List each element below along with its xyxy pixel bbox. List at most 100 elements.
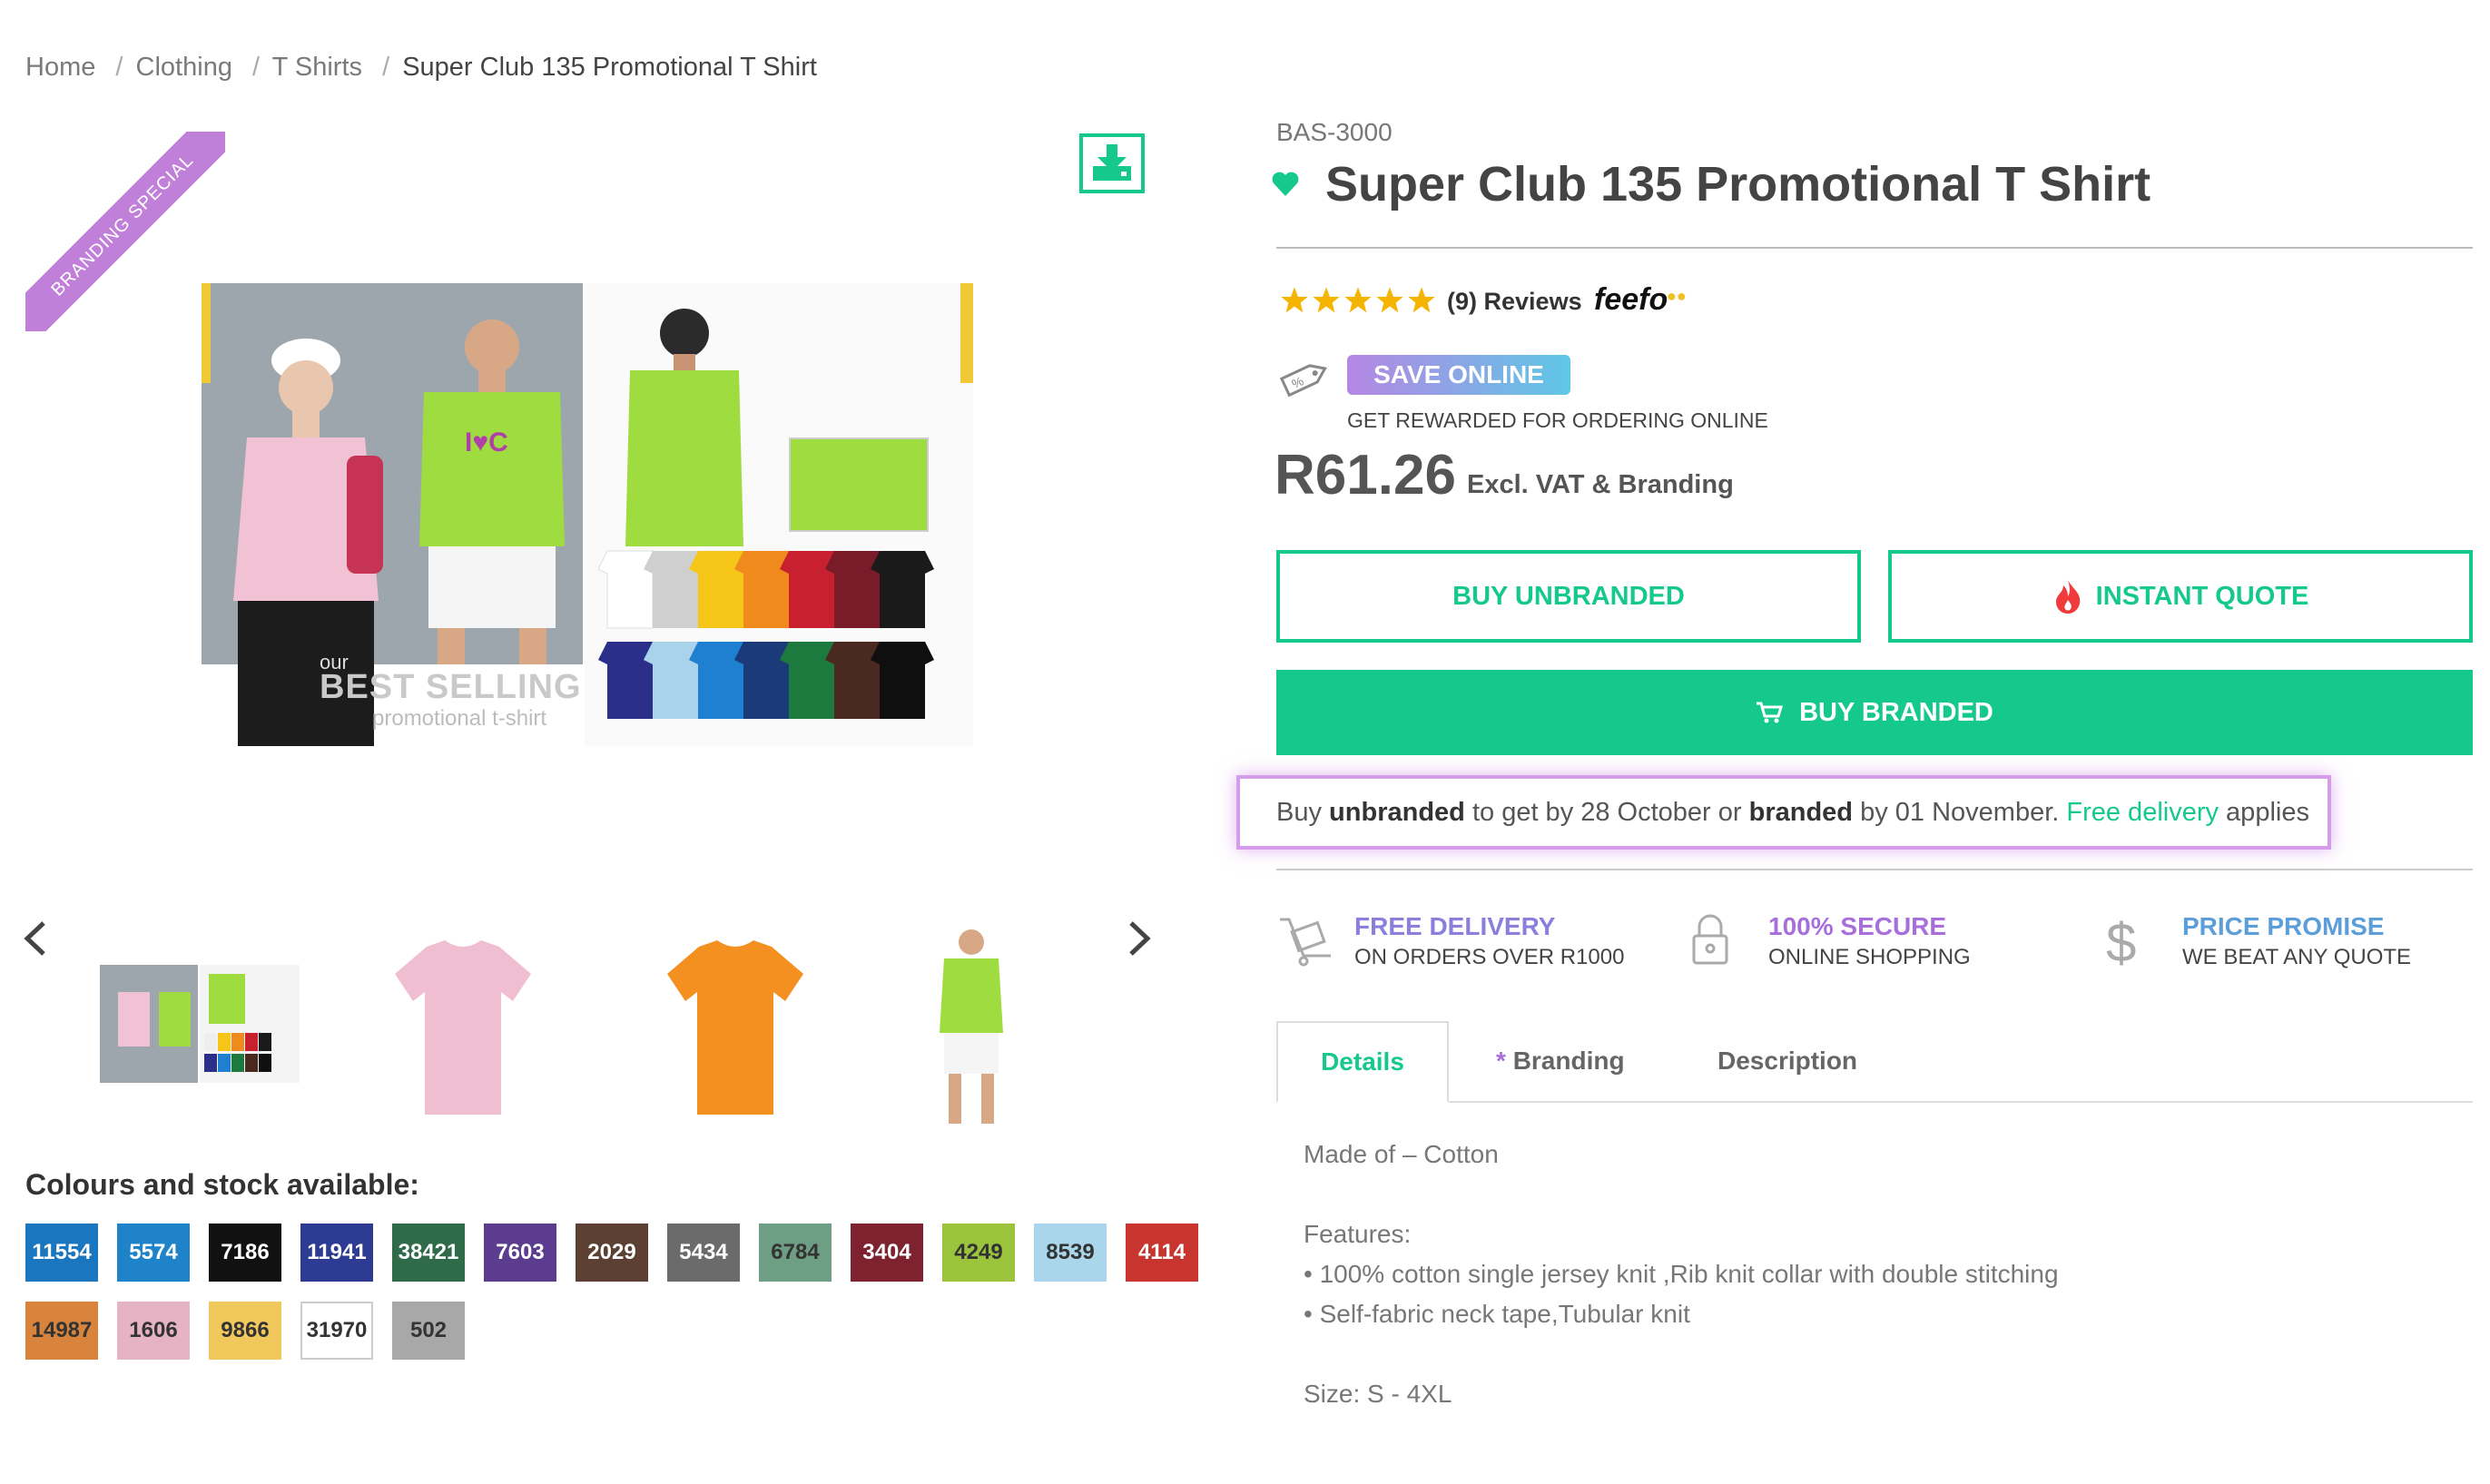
tab-divider bbox=[1276, 1101, 2473, 1103]
cart-icon bbox=[1757, 702, 1784, 723]
divider bbox=[1276, 247, 2473, 249]
colour-swatch-11554[interactable]: 11554 bbox=[25, 1224, 98, 1282]
buy-unbranded-label: BUY UNBRANDED bbox=[1452, 581, 1685, 611]
tab-details[interactable]: Details bbox=[1276, 1021, 1449, 1103]
colour-swatch-5434[interactable]: 5434 bbox=[667, 1224, 740, 1282]
delivery-text: applies bbox=[2219, 797, 2309, 827]
breadcrumb-separator: / bbox=[382, 53, 390, 82]
colour-swatch-7603[interactable]: 7603 bbox=[484, 1224, 556, 1282]
catalog-left-page: I♥C bbox=[202, 283, 583, 746]
instant-quote-button[interactable]: INSTANT QUOTE bbox=[1888, 550, 2473, 643]
delivery-text: Buy bbox=[1276, 797, 1322, 827]
breadcrumb-home[interactable]: Home bbox=[25, 53, 95, 82]
colour-range-image bbox=[598, 550, 934, 719]
details-panel: Made of – Cotton Features: • 100% cotton… bbox=[1304, 1135, 2059, 1414]
colour-swatch-4249[interactable]: 4249 bbox=[942, 1224, 1015, 1282]
chevron-left-icon bbox=[24, 921, 45, 956]
model-man-image: I♥C bbox=[419, 319, 565, 664]
star-icon bbox=[1344, 287, 1372, 313]
divider bbox=[1276, 869, 2473, 870]
gallery-next-button[interactable] bbox=[1126, 919, 1153, 966]
catalog-right-page bbox=[585, 283, 973, 746]
colour-swatch-14987[interactable]: 14987 bbox=[25, 1302, 98, 1360]
tab-branding[interactable]: * Branding bbox=[1496, 1047, 1625, 1076]
tab-description[interactable]: Description bbox=[1717, 1047, 1857, 1076]
feature-title: PRICE PROMISE bbox=[2182, 912, 2385, 940]
rewarded-text: GET REWARDED FOR ORDERING ONLINE bbox=[1347, 408, 1768, 432]
free-delivery-link[interactable]: Free delivery bbox=[2066, 798, 2219, 828]
feature-subtitle: WE BEAT ANY QUOTE bbox=[2182, 945, 2412, 969]
colour-swatch-31970[interactable]: 31970 bbox=[300, 1302, 373, 1360]
delivery-unbranded: unbranded bbox=[1329, 797, 1465, 827]
price-note: Excl. VAT & Branding bbox=[1467, 470, 1734, 499]
colour-swatch-6784[interactable]: 6784 bbox=[759, 1224, 832, 1282]
svg-text:$: $ bbox=[2106, 912, 2136, 970]
trolley-icon bbox=[1280, 918, 1331, 967]
details-features-label: Features: bbox=[1304, 1220, 1412, 1248]
feefo-logo: feefo bbox=[1594, 282, 1668, 317]
breadcrumb-clothing[interactable]: Clothing bbox=[136, 53, 232, 82]
heart-icon bbox=[1272, 172, 1299, 196]
delivery-text: to get by 28 October or bbox=[1464, 797, 1749, 827]
star-icon bbox=[1408, 287, 1435, 313]
reviews-label: Reviews bbox=[1483, 288, 1582, 315]
collar-detail-image bbox=[789, 437, 929, 532]
breadcrumb-current: Super Club 135 Promotional T Shirt bbox=[402, 53, 817, 82]
breadcrumb-separator: / bbox=[115, 53, 123, 82]
buy-unbranded-button[interactable]: BUY UNBRANDED bbox=[1276, 550, 1861, 643]
colour-swatch-9866[interactable]: 9866 bbox=[209, 1302, 281, 1360]
feature-subtitle: ON ORDERS OVER R1000 bbox=[1354, 945, 1625, 969]
download-icon bbox=[1093, 144, 1131, 181]
colour-swatch-1606[interactable]: 1606 bbox=[117, 1302, 190, 1360]
colours-title: Colours and stock available: bbox=[25, 1168, 419, 1201]
main-product-image[interactable]: I♥C our BEST SELLING promotional t-shirt bbox=[202, 283, 973, 746]
details-feature-item: • 100% cotton single jersey knit ,Rib kn… bbox=[1304, 1260, 2059, 1288]
colour-swatch-3404[interactable]: 3404 bbox=[851, 1224, 923, 1282]
chevron-right-icon bbox=[1129, 921, 1151, 956]
instant-quote-label: INSTANT QUOTE bbox=[2095, 581, 2309, 611]
thumbnail-orange-shirt[interactable] bbox=[635, 921, 835, 1135]
colour-swatch-38421[interactable]: 38421 bbox=[392, 1224, 465, 1282]
colour-swatch-5574[interactable]: 5574 bbox=[117, 1224, 190, 1282]
dollar-icon: $ bbox=[2106, 912, 2136, 970]
tab-details-label: Details bbox=[1321, 1047, 1404, 1076]
colour-swatch-502[interactable]: 502 bbox=[392, 1302, 465, 1360]
branding-asterisk: * bbox=[1496, 1047, 1506, 1075]
buy-branded-button[interactable]: BUY BRANDED bbox=[1276, 670, 2473, 755]
delivery-branded: branded bbox=[1748, 797, 1854, 827]
product-sku: BAS-3000 bbox=[1276, 118, 1393, 146]
model-green-shirt-image bbox=[940, 929, 1003, 1124]
colour-swatches: 11554 5574 7186 11941 38421 7603 2029 5434 6784 3… bbox=[25, 1224, 1206, 1369]
catalog-best-selling-text: BEST SELLING bbox=[320, 668, 582, 706]
reviews-link[interactable]: (9) Reviews bbox=[1447, 288, 1582, 316]
feefo-dots-icon: ●● bbox=[1667, 287, 1687, 305]
wishlist-button[interactable] bbox=[1271, 171, 1304, 200]
rating-stars bbox=[1280, 286, 1436, 315]
download-button[interactable] bbox=[1079, 133, 1145, 193]
colour-swatch-8539[interactable]: 8539 bbox=[1034, 1224, 1107, 1282]
feature-price-promise: $ PRICE PROMISE WE BEAT ANY QUOTE bbox=[2104, 912, 2411, 970]
feature-free-delivery: FREE DELIVERY ON ORDERS OVER R1000 bbox=[1276, 912, 1624, 970]
ribbon-label: BRANDING SPECIAL bbox=[25, 132, 225, 331]
review-count: (9) bbox=[1447, 288, 1477, 315]
gallery-prev-button[interactable] bbox=[22, 919, 49, 966]
colour-swatch-2029[interactable]: 2029 bbox=[576, 1224, 648, 1282]
breadcrumb-separator: / bbox=[252, 53, 261, 82]
breadcrumb-t-shirts[interactable]: T Shirts bbox=[272, 53, 362, 82]
lock-icon bbox=[1692, 914, 1728, 965]
colour-swatch-7186[interactable]: 7186 bbox=[209, 1224, 281, 1282]
colour-swatch-4114[interactable]: 4114 bbox=[1126, 1224, 1198, 1282]
thumbnail-model-green[interactable] bbox=[871, 921, 1071, 1135]
colour-swatch-11941[interactable]: 11941 bbox=[300, 1224, 373, 1282]
branding-special-ribbon: BRANDING SPECIAL bbox=[25, 132, 225, 331]
buy-branded-label: BUY BRANDED bbox=[1799, 697, 1993, 727]
thumbnail-pink-shirt[interactable] bbox=[363, 921, 563, 1135]
flame-icon bbox=[2055, 580, 2080, 614]
feature-title: FREE DELIVERY bbox=[1354, 912, 1556, 940]
feature-secure: 100% SECURE ONLINE SHOPPING bbox=[1690, 912, 1971, 970]
tab-branding-label: Branding bbox=[1512, 1047, 1625, 1075]
price: R61.26 bbox=[1275, 444, 1456, 506]
thumbnail-catalog[interactable] bbox=[100, 921, 300, 1135]
star-icon bbox=[1281, 287, 1308, 313]
delivery-text: by 01 November. bbox=[1853, 797, 2067, 827]
